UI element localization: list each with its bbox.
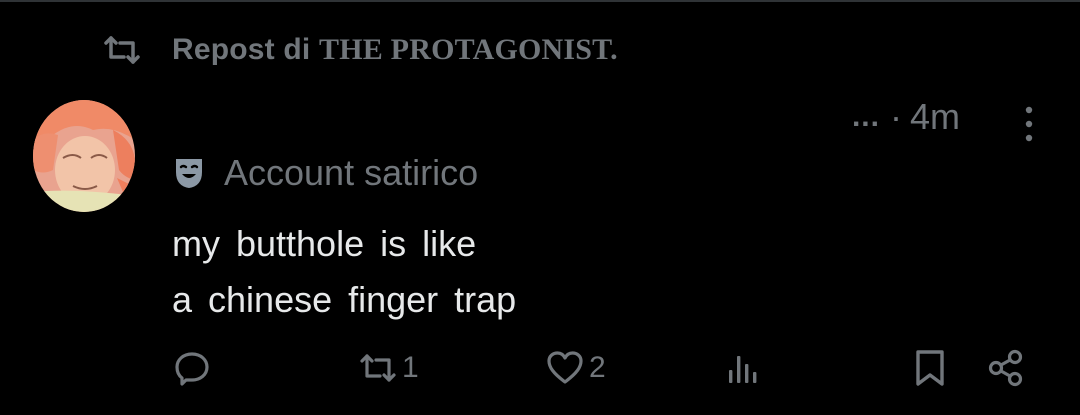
share-button[interactable]: [986, 348, 1026, 388]
bookmark-icon: [916, 350, 944, 386]
like-count: 2: [589, 351, 606, 384]
repost-count: 1: [402, 351, 419, 384]
repost-label: Repost di THE PROTAGONIST.: [172, 33, 618, 67]
share-icon: [988, 349, 1023, 387]
account-label[interactable]: Account satirico: [172, 152, 478, 194]
bookmark-button[interactable]: [910, 348, 950, 388]
truncated-name[interactable]: ...: [852, 100, 880, 134]
repost-prefix: Repost di: [172, 33, 311, 66]
like-button[interactable]: 2: [545, 348, 606, 388]
action-bar: 1 2: [0, 340, 1080, 396]
top-divider: [0, 0, 1080, 2]
views-button[interactable]: [724, 348, 764, 388]
avatar[interactable]: [33, 100, 135, 212]
post-text-line-2: a chinese finger trap: [172, 279, 517, 320]
avatar-image: [33, 100, 135, 212]
views-icon: [729, 356, 757, 383]
repost-icon: [104, 36, 140, 64]
reply-icon: [175, 352, 209, 386]
repost-context[interactable]: Repost di THE PROTAGONIST.: [102, 30, 618, 70]
theater-masks-icon: [176, 159, 202, 188]
repost-button[interactable]: 1: [358, 348, 419, 388]
post-text: my butthole is like a chinese finger tra…: [172, 216, 516, 328]
meta-separator: ·: [889, 96, 902, 137]
post-text-line-1: my butthole is like: [172, 223, 477, 264]
post-time[interactable]: 4m: [910, 96, 960, 138]
reposter-name[interactable]: THE PROTAGONIST.: [319, 33, 618, 66]
account-label-text: Account satirico: [224, 152, 479, 193]
heart-icon: [547, 351, 583, 384]
more-vertical-icon[interactable]: [1020, 104, 1038, 144]
post-meta: ... · 4m: [852, 96, 960, 138]
repost-icon: [360, 354, 396, 382]
reply-button[interactable]: [172, 348, 212, 388]
